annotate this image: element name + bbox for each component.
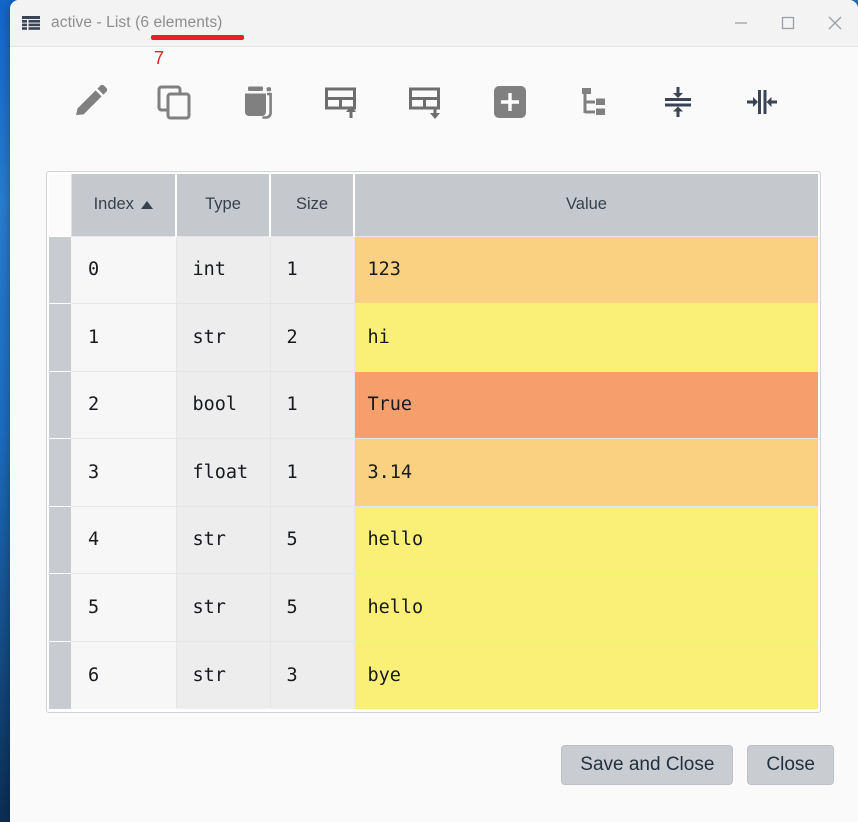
annotation-underline — [151, 35, 244, 40]
title-bar: active - List (6 elements) — [10, 0, 858, 47]
tree-view-icon — [582, 88, 605, 115]
cell-value[interactable]: hi — [354, 303, 818, 371]
row-handle[interactable] — [49, 438, 71, 506]
minimize-icon — [734, 22, 747, 24]
list-editor-window: active - List (6 elements) 7 Index Type … — [10, 0, 858, 822]
insert-row-above-icon — [325, 87, 356, 118]
cell-index[interactable]: 6 — [71, 640, 177, 709]
add-icon — [494, 86, 526, 118]
cell-size[interactable]: 5 — [270, 505, 355, 574]
fit-rows-icon — [665, 87, 691, 117]
fit-rows-button[interactable] — [655, 79, 701, 125]
cell-index[interactable]: 2 — [71, 370, 177, 439]
row-handle[interactable] — [49, 303, 71, 371]
table-header: Index Type Size Value — [49, 174, 818, 236]
table-row[interactable]: 0 int 1 123 — [49, 235, 818, 304]
table-row[interactable]: 5 str 5 hello — [49, 573, 818, 641]
close-icon — [828, 16, 841, 30]
row-handle[interactable] — [49, 370, 71, 439]
insert-row-above-button[interactable] — [319, 79, 365, 125]
table-grid-icon — [22, 16, 40, 30]
cell-index[interactable]: 0 — [71, 235, 177, 304]
maximize-button[interactable] — [764, 0, 811, 46]
cell-value[interactable]: 123 — [354, 235, 818, 304]
cell-index[interactable]: 1 — [71, 303, 177, 371]
elements-table: Index Type Size Value 0 int 1 123 1 str 2 hi — [49, 174, 818, 709]
table-body: 0 int 1 123 1 str 2 hi 2 bool 1 True 3 float 1 3.14 4 str… — [49, 235, 818, 709]
window-title: active - List (6 elements) — [51, 14, 223, 31]
table-row[interactable]: 3 float 1 3.14 — [49, 438, 818, 506]
insert-row-below-icon — [409, 87, 440, 119]
cell-size[interactable]: 1 — [270, 438, 355, 506]
cell-value[interactable]: 3.14 — [354, 438, 818, 506]
column-header-size-label: Size — [295, 195, 329, 214]
cell-size[interactable]: 1 — [270, 370, 355, 439]
footer-actions: Save and Close Close — [10, 745, 858, 785]
tree-view-button[interactable] — [571, 79, 617, 125]
insert-row-below-button[interactable] — [403, 79, 449, 125]
table-row[interactable]: 1 str 2 hi — [49, 303, 818, 371]
column-header-type-label: Type — [205, 195, 241, 214]
cell-index[interactable]: 5 — [71, 573, 177, 641]
maximize-icon — [781, 16, 794, 30]
table-row[interactable]: 4 str 5 hello — [49, 505, 818, 574]
add-button[interactable] — [487, 79, 533, 125]
cell-type[interactable]: str — [176, 505, 271, 574]
sort-ascending-icon — [140, 200, 153, 209]
cell-type[interactable]: str — [176, 640, 271, 709]
copy-button[interactable] — [151, 79, 197, 125]
column-header-type[interactable]: Type — [176, 174, 271, 236]
row-handle[interactable] — [49, 640, 71, 709]
column-header-size[interactable]: Size — [270, 174, 355, 236]
edit-icon — [76, 84, 108, 115]
fit-columns-icon — [747, 90, 777, 114]
row-handle[interactable] — [49, 505, 71, 574]
cell-value[interactable]: True — [354, 370, 818, 439]
cell-size[interactable]: 1 — [270, 235, 355, 304]
cell-type[interactable]: str — [176, 573, 271, 641]
cell-size[interactable]: 5 — [270, 573, 355, 641]
window-controls — [717, 0, 858, 46]
cell-type[interactable]: float — [176, 438, 271, 506]
table-corner-cell — [49, 174, 72, 236]
cell-type[interactable]: bool — [176, 370, 271, 439]
cell-index[interactable]: 3 — [71, 438, 177, 506]
column-header-value-label: Value — [566, 195, 607, 214]
edit-button[interactable] — [67, 79, 113, 125]
cell-value[interactable]: hello — [354, 573, 818, 641]
minimize-button[interactable] — [717, 0, 764, 46]
column-header-value[interactable]: Value — [354, 174, 818, 236]
copy-icon — [157, 85, 191, 120]
delete-icon — [245, 86, 272, 119]
save-and-close-button[interactable]: Save and Close — [561, 745, 734, 785]
cell-type[interactable]: int — [176, 235, 271, 304]
column-header-index[interactable]: Index — [71, 174, 177, 236]
cell-size[interactable]: 3 — [270, 640, 355, 709]
row-handle[interactable] — [49, 235, 71, 304]
elements-table-frame[interactable]: Index Type Size Value 0 int 1 123 1 str 2 hi — [46, 171, 821, 713]
fit-columns-button[interactable] — [739, 79, 785, 125]
table-header-row: Index Type Size Value — [49, 174, 818, 236]
toolbar — [10, 48, 858, 156]
close-button[interactable] — [811, 0, 858, 46]
close-button-footer[interactable]: Close — [747, 745, 834, 785]
row-handle[interactable] — [49, 573, 71, 641]
cell-type[interactable]: str — [176, 303, 271, 371]
cell-value[interactable]: bye — [354, 640, 818, 709]
column-header-index-label: Index — [93, 195, 134, 214]
delete-button[interactable] — [235, 79, 281, 125]
table-row[interactable]: 6 str 3 bye — [49, 640, 818, 709]
cell-value[interactable]: hello — [354, 505, 818, 574]
cell-index[interactable]: 4 — [71, 505, 177, 574]
cell-size[interactable]: 2 — [270, 303, 355, 371]
table-row[interactable]: 2 bool 1 True — [49, 370, 818, 439]
